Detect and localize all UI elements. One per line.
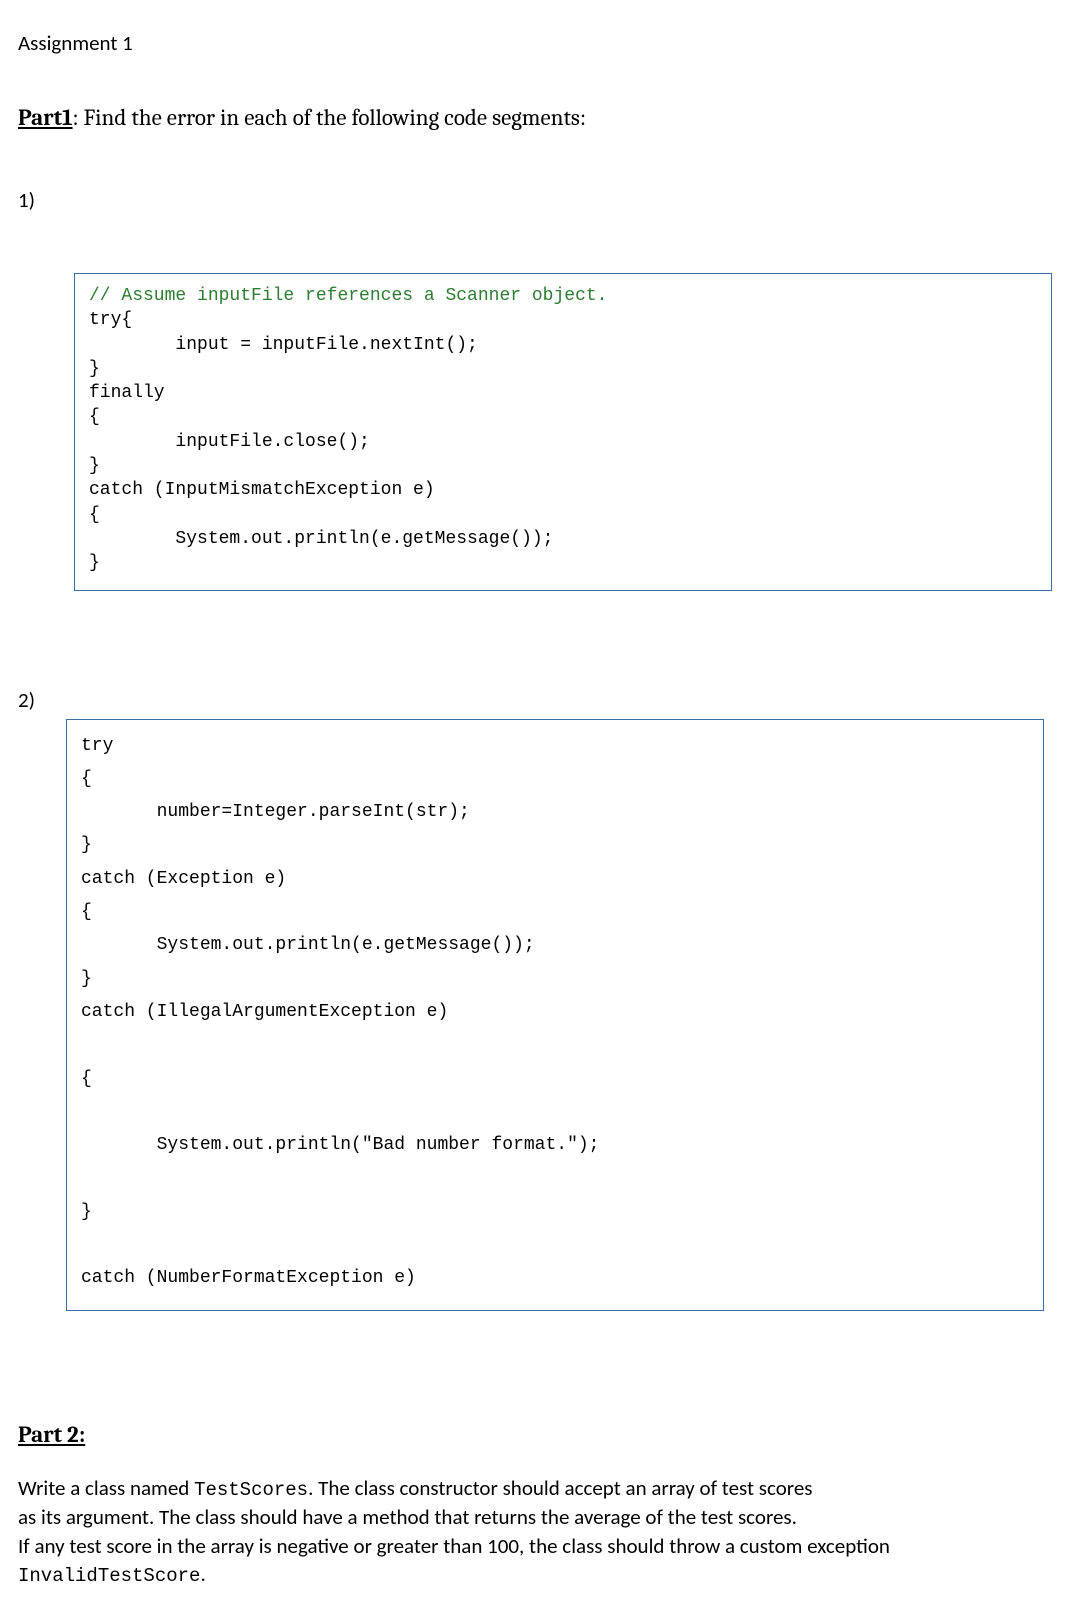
part1-label: Part1 [18,104,73,131]
code-segment-1: // Assume inputFile references a Scanner… [74,273,1052,591]
part2-heading: Part 2: [18,1421,1062,1448]
document-title: Assignment 1 [18,30,1062,56]
code-segment-2: try { number=Integer.parseInt(str); } ca… [66,719,1044,1311]
part1-heading: Part1: Find the error in each of the fol… [18,104,1062,131]
part2-line1b: . The class constructor should accept an… [308,1475,812,1501]
part2-colon: : [79,1421,85,1448]
part2-label: Part 2 [18,1421,79,1448]
part1-instruction: : Find the error in each of the followin… [73,104,586,131]
part2-line4b: . [200,1561,205,1587]
part2-line1a: Write a class named [18,1475,194,1501]
code1-body: try{ input = inputFile.nextInt(); } fina… [89,310,553,573]
part2-body: Write a class named TestScores. The clas… [18,1474,1062,1590]
part2-line3: If any test score in the array is negati… [18,1532,1058,1560]
code1-comment: // Assume inputFile references a Scanner… [89,286,607,306]
part2-invalidtestscore-code: InvalidTestScore [18,1565,200,1587]
part2-testscores-code: TestScores [194,1479,308,1501]
code2-body: try { number=Integer.parseInt(str); } ca… [81,736,599,1289]
question-1-number: 1) [18,187,1062,213]
question-2-number: 2) [18,687,1062,713]
part2-line2: as its argument. The class should have a… [18,1504,797,1530]
